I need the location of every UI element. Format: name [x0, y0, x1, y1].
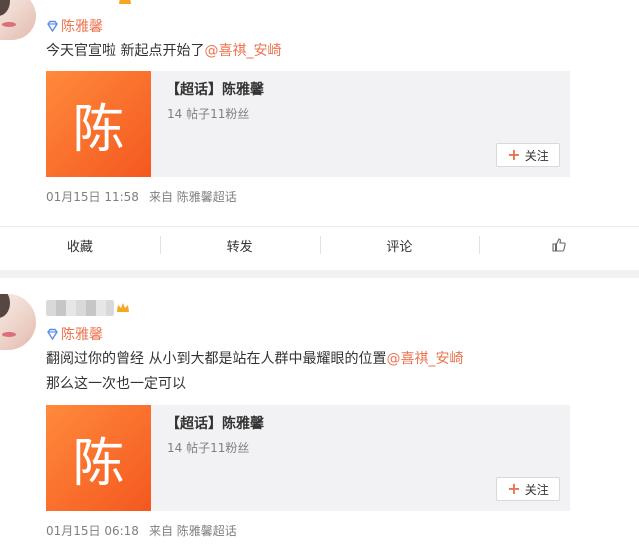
post-1: 陈雅馨 今天官宣啦 新起点开始了@喜祺_安崎 陈 【超话】陈雅馨 14 帖子11…	[0, 0, 639, 270]
super-topic-tag[interactable]: 陈雅馨	[46, 16, 103, 36]
comment-button[interactable]: 评论	[319, 227, 480, 263]
super-topic-card[interactable]: 陈 【超话】陈雅馨 14 帖子11粉丝 + 关注	[46, 405, 570, 511]
follow-button[interactable]: + 关注	[496, 477, 560, 501]
thumb-char: 陈	[72, 433, 125, 494]
diamond-icon	[47, 328, 58, 340]
post-date[interactable]: 01月15日 06:18	[46, 524, 139, 538]
mention-link[interactable]: @喜祺_安崎	[386, 351, 463, 367]
follow-label: 关注	[524, 482, 549, 497]
card-subtitle: 14 帖子11粉丝	[167, 107, 250, 121]
post-date[interactable]: 01月15日 11:58	[46, 190, 139, 204]
username-blurred[interactable]	[46, 300, 114, 316]
card-title[interactable]: 【超话】陈雅馨	[166, 79, 264, 99]
card-title[interactable]: 【超话】陈雅馨	[166, 413, 264, 433]
favorite-button[interactable]: 收藏	[0, 227, 160, 263]
tag-label: 陈雅馨	[61, 327, 103, 343]
post-text-main: 今天官宣啦 新起点开始了	[46, 43, 205, 59]
card-thumbnail: 陈	[46, 405, 151, 511]
crown-icon	[119, 0, 131, 4]
follow-label: 关注	[524, 148, 549, 163]
thumb-char: 陈	[72, 99, 125, 160]
post-meta: 01月15日 11:58 来自 陈雅馨超话	[46, 188, 247, 205]
diamond-icon	[47, 20, 58, 32]
repost-label: 转发	[226, 239, 253, 255]
repost-button[interactable]: 转发	[159, 227, 320, 263]
avatar[interactable]	[0, 294, 36, 350]
post-source[interactable]: 来自 陈雅馨超话	[149, 524, 237, 538]
post-source[interactable]: 来自 陈雅馨超话	[149, 190, 237, 204]
post-meta: 01月15日 06:18 来自 陈雅馨超话	[46, 522, 247, 539]
post-text: 今天官宣啦 新起点开始了@喜祺_安崎	[46, 39, 281, 63]
comment-label: 评论	[386, 239, 413, 255]
favorite-label: 收藏	[66, 239, 93, 255]
post-text: 翻阅过你的曾经 从小到大都是站在人群中最耀眼的位置@喜祺_安崎	[46, 347, 463, 371]
post-2: 陈雅馨 翻阅过你的曾经 从小到大都是站在人群中最耀眼的位置@喜祺_安崎 那么这一…	[0, 278, 639, 544]
plus-icon: +	[507, 479, 521, 498]
super-topic-card[interactable]: 陈 【超话】陈雅馨 14 帖子11粉丝 + 关注	[46, 71, 570, 177]
post-text-main: 翻阅过你的曾经 从小到大都是站在人群中最耀眼的位置	[46, 351, 387, 367]
super-topic-tag[interactable]: 陈雅馨	[46, 324, 103, 344]
follow-button[interactable]: + 关注	[496, 143, 560, 167]
like-button[interactable]	[479, 227, 639, 263]
crown-icon	[117, 303, 129, 312]
card-subtitle: 14 帖子11粉丝	[167, 441, 250, 455]
plus-icon: +	[507, 145, 521, 164]
thumbs-up-icon	[552, 238, 566, 252]
post-text-line2: 那么这一次也一定可以	[46, 376, 186, 392]
action-bar: 收藏 转发 评论	[0, 226, 639, 263]
avatar[interactable]	[0, 0, 36, 40]
tag-label: 陈雅馨	[61, 19, 103, 35]
post-separator	[0, 270, 639, 278]
mention-link[interactable]: @喜祺_安崎	[204, 43, 281, 59]
card-thumbnail: 陈	[46, 71, 151, 177]
